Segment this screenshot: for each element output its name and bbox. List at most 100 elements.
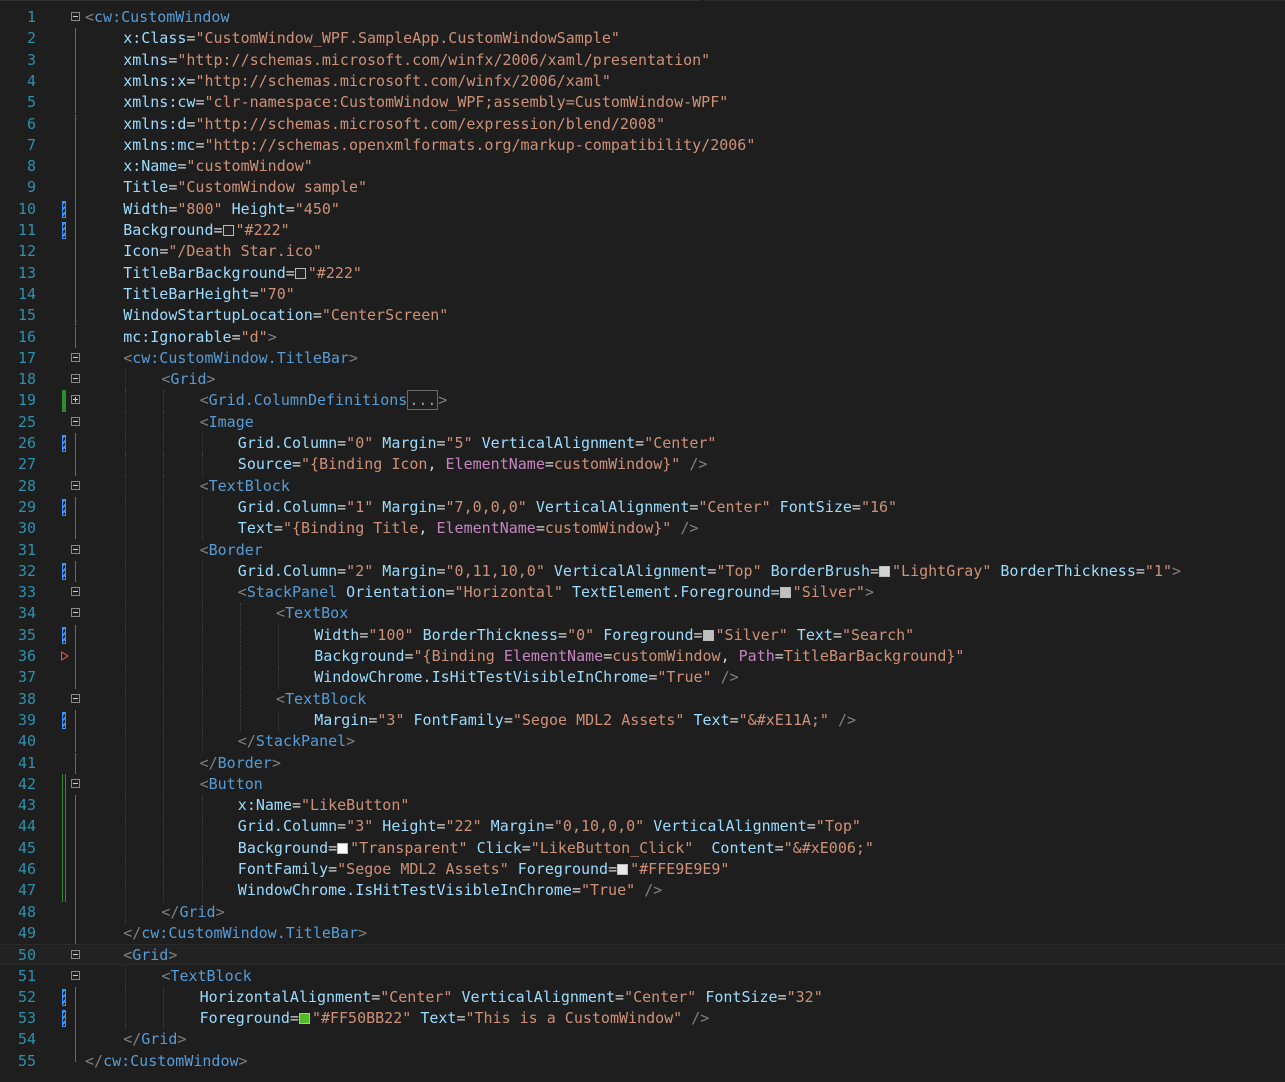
- collapse-icon[interactable]: [71, 970, 80, 980]
- collapsed-region[interactable]: ...: [407, 390, 439, 411]
- token: Title: [123, 178, 169, 197]
- code-line[interactable]: 41 </Border>: [0, 752, 1285, 774]
- code-line[interactable]: 54 </Grid>: [0, 1029, 1285, 1051]
- code-line[interactable]: 51 <TextBlock: [0, 965, 1285, 987]
- code-line[interactable]: 18 <Grid>: [0, 369, 1285, 391]
- collapse-icon[interactable]: [71, 608, 80, 618]
- token: "LikeButton_Click": [530, 838, 694, 857]
- code-line[interactable]: 5 xmlns:cw="clr-namespace:CustomWindow_WP…: [0, 92, 1285, 114]
- collapse-icon[interactable]: [71, 374, 80, 384]
- code-line[interactable]: 7 xmlns:mc="http://schemas.openxmlformats…: [0, 134, 1285, 157]
- code-line[interactable]: 32 Grid.Column="2" Margin="0,11,10,0" Ver…: [0, 560, 1285, 583]
- code-line[interactable]: 47 WindowChrome.IsHitTestVisibleInChrome=…: [0, 880, 1285, 902]
- code-line[interactable]: 15 WindowStartupLocation="CenterScreen": [0, 305, 1285, 327]
- token: StackPanel: [246, 583, 338, 602]
- code-line[interactable]: 25 <Image: [0, 411, 1285, 433]
- code-line[interactable]: 10 Width="800" Height="450": [0, 198, 1285, 220]
- code-line[interactable]: 48 </Grid>: [0, 901, 1285, 923]
- code-text: <TextBlock: [276, 689, 366, 710]
- code-line[interactable]: 30 Text="{Binding Title, ElementName=cust…: [0, 518, 1285, 540]
- code-line[interactable]: 2 x:Class="CustomWindow_WPF.SampleApp.Cus…: [0, 28, 1285, 50]
- collapse-icon[interactable]: [71, 693, 80, 703]
- code-line[interactable]: 28 <TextBlock: [0, 475, 1285, 497]
- code-line[interactable]: 38 <TextBlock: [0, 688, 1285, 710]
- token: Foreground: [517, 860, 609, 878]
- line-number: 35: [17, 625, 36, 644]
- code-line[interactable]: 29 Grid.Column="1" Margin="7,0,0,0" Verti…: [0, 496, 1285, 519]
- token: Foreground: [603, 625, 694, 644]
- collapse-icon[interactable]: [71, 544, 80, 554]
- code-line[interactable]: 19 <Grid.ColumnDefinitions... >: [0, 390, 1285, 412]
- code-line[interactable]: 36 Background="{Binding ElementName=custo…: [0, 646, 1285, 668]
- code-line[interactable]: 31 <Border: [0, 539, 1285, 561]
- code-line[interactable]: 46 FontFamily="Segoe MDL2 Assets" Foregro…: [0, 859, 1285, 881]
- token: =: [436, 434, 446, 452]
- code-line[interactable]: 27 Source="{Binding Icon, ElementName=cus…: [0, 454, 1285, 476]
- code-line[interactable]: 6 xmlns:d="http://schemas.microsoft.com/e…: [0, 113, 1285, 135]
- token: "22": [445, 817, 482, 836]
- code-line[interactable]: 33 <StackPanel Orientation="Horizontal" T…: [0, 582, 1285, 604]
- code-line[interactable]: 44 Grid.Column="3" Height="22" Margin="0,…: [0, 816, 1285, 838]
- collapse-icon[interactable]: [71, 352, 80, 362]
- expand-icon[interactable]: [71, 395, 80, 405]
- indent-guide: [201, 667, 204, 689]
- code-line[interactable]: 37 WindowChrome.IsHitTestVisibleInChrome=…: [0, 667, 1285, 689]
- token: VerticalAlignment: [535, 497, 690, 516]
- code-line[interactable]: 12 Icon="/Death Star.ico": [0, 241, 1285, 263]
- code-line[interactable]: 35 Width="100" BorderThickness="0" Foregr…: [0, 624, 1285, 646]
- indent-guide: [163, 539, 165, 561]
- code-line[interactable]: 45 Background= "Transparent" Click="LikeBu…: [0, 837, 1285, 859]
- indent-guide: [125, 688, 127, 710]
- fold-guide: [75, 1050, 76, 1062]
- code-line[interactable]: 4 xmlns:x="http://schemas.microsoft.com/w…: [0, 70, 1285, 93]
- code-line[interactable]: 53 Foreground= "#FF50BB22" Text="This is a…: [0, 1008, 1285, 1030]
- collapse-icon[interactable]: [71, 416, 80, 426]
- indent-guide: [163, 560, 165, 583]
- code-editor[interactable]: 1 <cw:CustomWindow 2 x:Class="CustomWindow_…: [0, 0, 1285, 1082]
- collapse-icon[interactable]: [71, 587, 80, 597]
- code-line[interactable]: 42 <Button: [0, 773, 1285, 796]
- code-line[interactable]: 39 Margin="3" FontFamily="Segoe MDL2 Asse…: [0, 709, 1285, 732]
- token: />: [691, 1009, 710, 1028]
- change-marker-icon: [62, 222, 66, 239]
- line-number: 53: [17, 1009, 36, 1028]
- code-text: x:Name="customWindow": [123, 156, 313, 177]
- token: "This is a CustomWindow": [465, 1009, 683, 1028]
- code-line[interactable]: 40 </StackPanel>: [0, 731, 1285, 753]
- token: >: [348, 348, 358, 367]
- token: =: [328, 838, 338, 857]
- code-line[interactable]: 3 xmlns="http://schemas.microsoft.com/win…: [0, 49, 1285, 71]
- code-line[interactable]: 11 Background= "#222": [0, 220, 1285, 242]
- code-line[interactable]: 52 HorizontalAlignment="Center" VerticalA…: [0, 986, 1285, 1009]
- change-marker-icon: [62, 562, 66, 580]
- code-line[interactable]: 9 Title="CustomWindow sample": [0, 177, 1285, 199]
- token: >: [438, 391, 448, 410]
- code-line[interactable]: 34 <TextBox: [0, 603, 1285, 625]
- token: />: [838, 710, 857, 729]
- collapse-icon[interactable]: [71, 480, 80, 490]
- collapse-icon[interactable]: [71, 778, 80, 788]
- code-text: Margin="3" FontFamily="Segoe MDL2 Assets…: [314, 710, 856, 731]
- token: =: [693, 625, 703, 644]
- code-line[interactable]: 14 TitleBarHeight="70": [0, 283, 1285, 306]
- code-line[interactable]: 17 <cw:CustomWindow.TitleBar>: [0, 348, 1285, 369]
- indent-guide: [239, 646, 242, 668]
- collapse-icon[interactable]: [71, 950, 80, 960]
- indent-guide: [125, 901, 127, 923]
- collapse-icon[interactable]: [71, 12, 80, 21]
- indent-guide: [201, 731, 204, 753]
- code-line[interactable]: 13 TitleBarBackground= "#222": [0, 262, 1285, 284]
- code-line[interactable]: 1 <cw:CustomWindow: [0, 7, 1285, 28]
- code-line[interactable]: 8 x:Name="customWindow": [0, 156, 1285, 178]
- code-line[interactable]: 50 <Grid>: [0, 944, 1285, 966]
- code-line[interactable]: 16 mc:Ignorable="d">: [0, 326, 1285, 348]
- token: =: [285, 199, 295, 218]
- code-line[interactable]: 55 </cw:CustomWindow>: [0, 1050, 1285, 1072]
- code-line[interactable]: 49 </cw:CustomWindow.TitleBar>: [0, 922, 1285, 945]
- code-line[interactable]: 43 x:Name="LikeButton": [0, 795, 1285, 817]
- token: "0": [346, 434, 374, 452]
- code-line[interactable]: 26 Grid.Column="0" Margin="5" VerticalAli…: [0, 433, 1285, 455]
- code-text: Background= "Transparent" Click="LikeButt…: [238, 838, 874, 859]
- color-swatch-icon: [337, 842, 349, 854]
